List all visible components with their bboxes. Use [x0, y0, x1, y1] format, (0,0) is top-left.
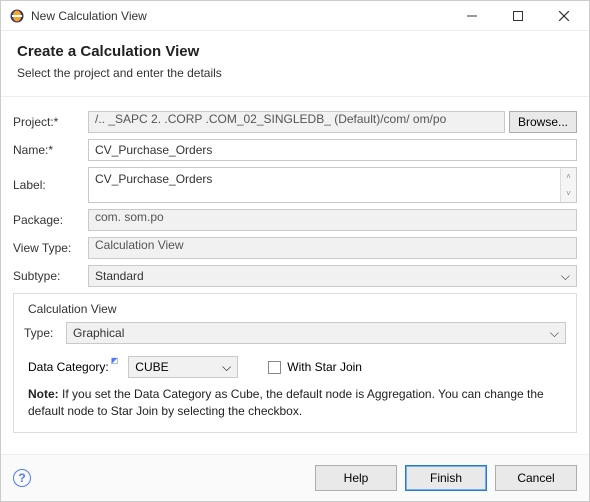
name-input[interactable]: [88, 139, 577, 161]
form-area: Project:* /.. _SAPC 2. .CORP .COM_02_SIN…: [1, 97, 589, 454]
finish-button[interactable]: Finish: [405, 465, 487, 491]
chevron-down-icon: ⌵: [550, 326, 559, 341]
subtitle: Select the project and enter the details: [17, 66, 573, 80]
dialog-header: Create a Calculation View Select the pro…: [1, 31, 589, 97]
labeltext-label: Label:: [13, 178, 88, 192]
help-button[interactable]: Help: [315, 465, 397, 491]
type-value: Graphical: [73, 326, 124, 340]
package-label: Package:: [13, 213, 88, 227]
info-indicator-icon: ◩: [111, 356, 119, 365]
label-textarea[interactable]: CV_Purchase_Orders ˄˅: [88, 167, 577, 203]
type-label: Type:: [24, 326, 66, 340]
chevron-down-icon: ⌵: [561, 269, 570, 284]
viewtype-label: View Type:: [13, 241, 88, 255]
subtype-value: Standard: [95, 269, 144, 283]
label-value: CV_Purchase_Orders: [95, 172, 212, 186]
close-button[interactable]: [541, 1, 587, 30]
chevron-down-icon: ⌵: [222, 360, 231, 375]
datacategory-label: Data Category:: [28, 360, 109, 374]
titlebar: New Calculation View: [1, 1, 589, 31]
heading: Create a Calculation View: [17, 43, 573, 60]
package-field: com. som.po: [88, 209, 577, 231]
spin-down-icon[interactable]: ˅: [560, 185, 576, 202]
datacategory-select[interactable]: CUBE ⌵: [128, 356, 238, 378]
note-prefix: Note:: [28, 387, 59, 401]
datacategory-value: CUBE: [135, 360, 168, 374]
project-field[interactable]: /.. _SAPC 2. .CORP .COM_02_SINGLEDB_ (De…: [88, 111, 505, 133]
spin-up-icon[interactable]: ˄: [560, 168, 576, 185]
minimize-button[interactable]: [449, 1, 495, 30]
type-select[interactable]: Graphical ⌵: [66, 322, 566, 344]
eclipse-icon: [9, 8, 25, 24]
note-body: If you set the Data Category as Cube, th…: [28, 387, 544, 418]
calculationview-fieldset: Calculation View Type: Graphical ⌵ Data …: [13, 293, 577, 433]
dialog-window: New Calculation View Create a Calculatio…: [0, 0, 590, 502]
subtype-select[interactable]: Standard ⌵: [88, 265, 577, 287]
subtype-label: Subtype:: [13, 269, 88, 283]
name-label: Name:*: [13, 143, 88, 157]
withstarjoin-checkbox[interactable]: [268, 361, 281, 374]
fieldset-legend: Calculation View: [24, 302, 121, 316]
window-title: New Calculation View: [31, 9, 449, 23]
dialog-footer: ? Help Finish Cancel: [1, 454, 589, 501]
project-label: Project:*: [13, 115, 88, 129]
withstarjoin-label: With Star Join: [287, 360, 362, 374]
viewtype-field: Calculation View: [88, 237, 577, 259]
browse-button[interactable]: Browse...: [509, 111, 577, 133]
help-icon[interactable]: ?: [13, 469, 31, 487]
cancel-button[interactable]: Cancel: [495, 465, 577, 491]
note-text: Note: If you set the Data Category as Cu…: [24, 386, 566, 420]
maximize-button[interactable]: [495, 1, 541, 30]
